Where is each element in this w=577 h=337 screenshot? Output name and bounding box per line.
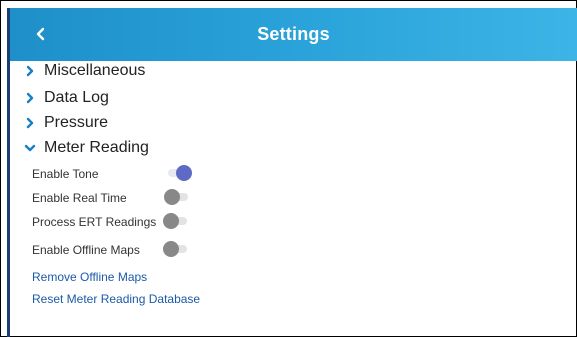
process-ert-readings-label: Process ERT Readings: [32, 215, 157, 229]
enable-tone-label: Enable Tone: [32, 167, 99, 181]
section-meter-reading[interactable]: Meter Reading: [24, 139, 149, 157]
enable-offline-maps-label: Enable Offline Maps: [32, 243, 140, 257]
page-title: Settings: [257, 24, 330, 44]
toggle-knob: [163, 241, 179, 257]
back-button[interactable]: [30, 23, 52, 45]
section-data-log[interactable]: Data Log: [24, 89, 109, 107]
reset-meter-reading-database-link[interactable]: Reset Meter Reading Database: [32, 292, 200, 306]
process-ert-readings-toggle[interactable]: [163, 213, 191, 229]
toggle-knob: [176, 165, 192, 181]
section-label: Pressure: [44, 114, 109, 131]
enable-real-time-label: Enable Real Time: [32, 191, 127, 205]
chevron-right-icon: [24, 116, 36, 130]
section-pressure[interactable]: Pressure: [24, 114, 108, 132]
enable-tone-toggle[interactable]: [164, 165, 192, 181]
toggle-knob: [163, 213, 179, 229]
chevron-right-icon: [24, 64, 36, 78]
enable-offline-maps-toggle[interactable]: [163, 241, 191, 257]
enable-real-time-toggle[interactable]: [164, 189, 192, 205]
section-label: Meter Reading: [44, 139, 149, 156]
section-label: Miscellaneous: [44, 62, 146, 79]
chevron-right-icon: [24, 91, 36, 105]
section-miscellaneous[interactable]: Miscellaneous: [24, 62, 145, 80]
header-bar: Settings: [10, 8, 577, 61]
chevron-left-icon: [36, 27, 45, 41]
section-label: Data Log: [44, 89, 109, 106]
remove-offline-maps-link[interactable]: Remove Offline Maps: [32, 270, 147, 284]
toggle-knob: [164, 189, 180, 205]
chevron-down-icon: [24, 141, 36, 155]
